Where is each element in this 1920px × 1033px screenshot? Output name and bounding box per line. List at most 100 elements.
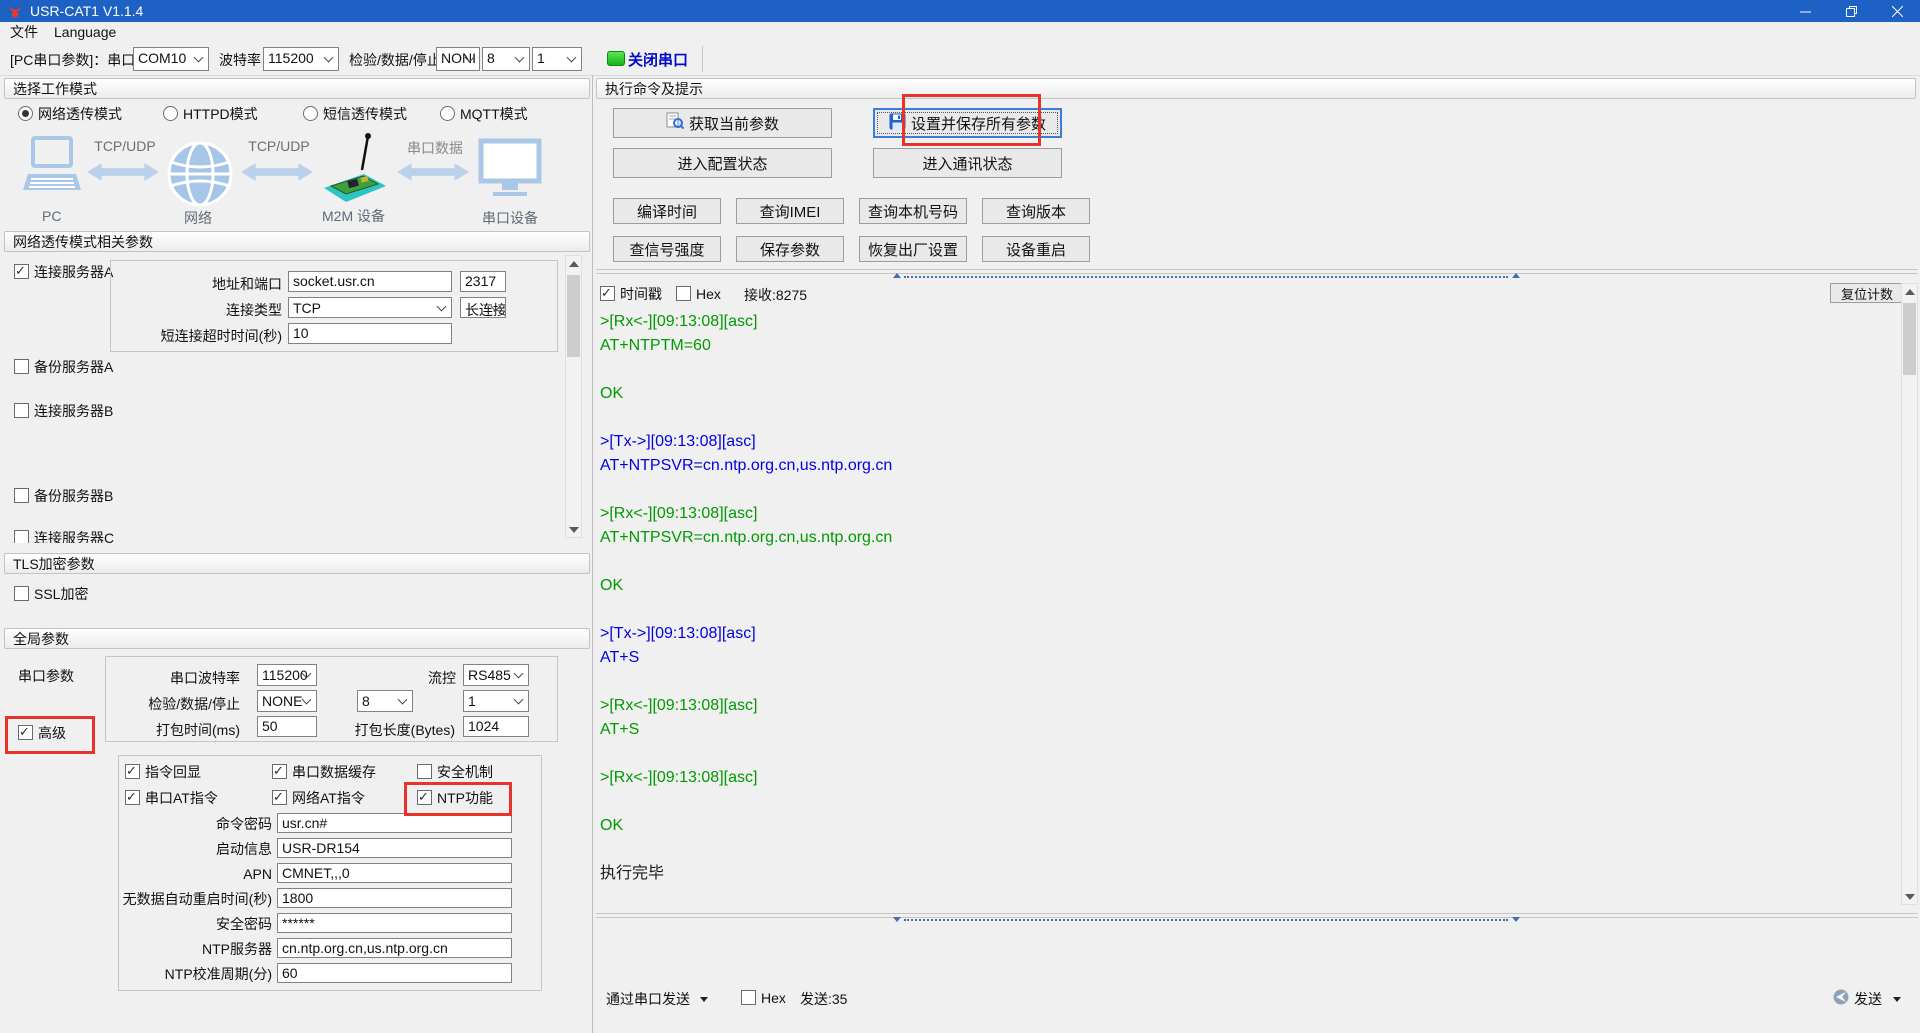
conn-type-label: 连接类型 (226, 302, 282, 318)
scrollbar-thumb[interactable] (1903, 303, 1916, 375)
data-bits-select[interactable]: 8 (482, 47, 530, 71)
close-button[interactable] (1874, 0, 1920, 22)
ntp-checkbox[interactable]: NTP功能 (417, 789, 493, 806)
server-c-checkbox[interactable]: 连接服务器C (14, 529, 114, 543)
parity-select[interactable]: NONI (436, 47, 480, 71)
server-b-checkbox[interactable]: 连接服务器B (14, 402, 113, 419)
addr-port-label: 地址和端口 (212, 276, 282, 292)
compile-time-button[interactable]: 编译时间 (613, 198, 721, 224)
checkbox-icon (600, 285, 615, 301)
checkbox-icon (14, 403, 29, 418)
net-at-checkbox[interactable]: 网络AT指令 (272, 789, 365, 806)
save-params-button[interactable]: 保存参数 (736, 236, 844, 262)
doc-search-icon (666, 112, 685, 134)
splitter-grip[interactable] (904, 276, 1508, 278)
arrow-pc-net-icon (86, 160, 160, 188)
send-button[interactable]: 发送 (1854, 991, 1882, 1007)
short-timeout-input[interactable]: 10 (288, 323, 452, 344)
apn-input[interactable]: CMNET,,,0 (277, 863, 512, 883)
uart-databits-select[interactable]: 8 (357, 690, 413, 712)
minimize-button[interactable] (1782, 0, 1828, 22)
pack-time-input[interactable]: 50 (257, 716, 317, 737)
checkbox-icon (272, 763, 287, 779)
cmd-password-input[interactable]: usr.cn# (277, 813, 512, 833)
uart-cache-checkbox[interactable]: 串口数据缓存 (272, 763, 376, 780)
backup-a-checkbox[interactable]: 备份服务器A (14, 358, 113, 375)
radio-httpd[interactable]: HTTPD模式 (163, 105, 258, 122)
splitter-arrow-icon (893, 917, 901, 922)
backup-b-checkbox[interactable]: 备份服务器B (14, 487, 113, 504)
radio-net-passthrough[interactable]: 网络透传模式 (18, 105, 122, 122)
send-mode-dropdown[interactable]: 通过串口发送 (606, 991, 690, 1007)
log-line: AT+S (600, 649, 640, 666)
ntp-server-input[interactable]: cn.ntp.org.cn,us.ntp.org.cn (277, 938, 512, 958)
uart-baud-select[interactable]: 115200 (257, 664, 317, 686)
com-port-select[interactable]: COM10 (133, 47, 209, 71)
scroll-up-icon[interactable] (569, 261, 579, 267)
ntp-period-input[interactable]: 60 (277, 963, 512, 983)
safe-mechanism-checkbox[interactable]: 安全机制 (417, 763, 493, 780)
boot-msg-input[interactable]: USR-DR154 (277, 838, 512, 858)
query-imei-button[interactable]: 查询IMEI (736, 198, 844, 224)
query-number-button[interactable]: 查询本机号码 (859, 198, 967, 224)
scrollbar-thumb[interactable] (567, 275, 580, 357)
ssl-checkbox[interactable]: SSL加密 (14, 585, 88, 602)
menu-language[interactable]: Language (48, 22, 122, 43)
log-output[interactable]: >[Rx<-][09:13:08][asc] AT+NTPTM=60 OK >[… (600, 310, 1890, 910)
splitter-grip[interactable] (904, 919, 1508, 921)
baud-select[interactable]: 115200 (263, 47, 339, 71)
scroll-down-icon[interactable] (1905, 894, 1915, 900)
close-port-button[interactable]: 关闭串口 (628, 49, 688, 70)
menu-file[interactable]: 文件 (4, 22, 44, 43)
scroll-down-icon[interactable] (569, 527, 579, 533)
uart-parity-select[interactable]: NONE (257, 690, 317, 712)
uart-stopbits-select[interactable]: 1 (463, 690, 529, 712)
query-signal-button[interactable]: 查信号强度 (613, 236, 721, 262)
server-port-input[interactable]: 2317 (460, 271, 506, 292)
conn-type-select[interactable]: TCP (288, 297, 452, 318)
flow-select[interactable]: RS485 (463, 664, 529, 686)
log-splitter-top[interactable] (596, 269, 1918, 274)
safe-password-input[interactable]: ****** (277, 913, 512, 933)
maximize-button[interactable] (1828, 0, 1874, 22)
uart-pds-label: 检验/数据/停止 (148, 696, 240, 712)
server-a-checkbox[interactable]: 连接服务器A (14, 263, 113, 280)
get-params-button[interactable]: 获取当前参数 (613, 108, 832, 138)
timestamp-checkbox[interactable]: 时间戳 (600, 285, 662, 302)
no-data-restart-input[interactable]: 1800 (277, 888, 512, 908)
radio-sms-passthrough[interactable]: 短信透传模式 (303, 105, 407, 122)
scroll-up-icon[interactable] (1905, 289, 1915, 295)
log-line: >[Rx<-][09:13:08][asc] (600, 769, 758, 786)
reset-counter-button[interactable]: 复位计数 (1830, 283, 1904, 303)
flow-label: 流控 (428, 670, 456, 686)
factory-reset-button[interactable]: 恢复出厂设置 (859, 236, 967, 262)
enter-comm-button[interactable]: 进入通讯状态 (873, 148, 1062, 178)
set-save-params-button[interactable]: 设置并保存所有参数 (873, 108, 1062, 138)
advanced-checkbox[interactable]: 高级 (18, 724, 66, 741)
chevron-down-icon[interactable] (700, 997, 708, 1002)
enter-config-button[interactable]: 进入配置状态 (613, 148, 832, 178)
node-pc-label: PC (42, 208, 62, 224)
send-hex-checkbox[interactable]: Hex (741, 989, 786, 1006)
cmd-echo-checkbox[interactable]: 指令回显 (125, 763, 201, 780)
pack-time-label: 打包时间(ms) (156, 722, 240, 738)
server-addr-input[interactable]: socket.usr.cn (288, 271, 452, 292)
net-params-scrollbar[interactable] (565, 255, 582, 538)
log-splitter-bottom[interactable] (596, 913, 1918, 918)
baud-label: 波特率 (219, 52, 261, 68)
device-restart-button[interactable]: 设备重启 (982, 236, 1090, 262)
log-scrollbar[interactable] (1901, 283, 1918, 905)
recv-hex-checkbox[interactable]: Hex (676, 285, 721, 302)
node-m2m-label: M2M 设备 (322, 208, 385, 224)
conn-mode-select[interactable]: 长连接 (460, 297, 506, 318)
query-version-button[interactable]: 查询版本 (982, 198, 1090, 224)
chevron-down-icon[interactable] (1893, 997, 1901, 1002)
pack-len-input[interactable]: 1024 (463, 716, 529, 737)
stop-bits-select[interactable]: 1 (532, 47, 582, 71)
radio-mqtt[interactable]: MQTT模式 (440, 105, 528, 122)
uart-at-checkbox[interactable]: 串口AT指令 (125, 789, 218, 806)
node-serial-label: 串口设备 (482, 210, 538, 226)
